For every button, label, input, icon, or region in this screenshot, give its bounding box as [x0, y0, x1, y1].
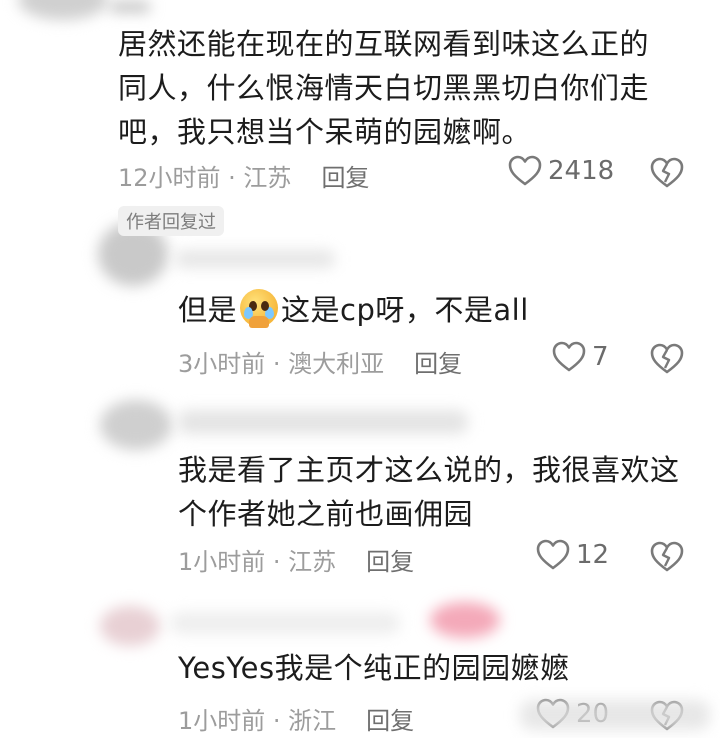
avatar-blurred[interactable]: [100, 400, 172, 450]
heart-outline-icon: [552, 341, 586, 373]
like-button[interactable]: 2418: [508, 155, 614, 187]
avatar-blurred[interactable]: [100, 606, 160, 646]
username-blurred: [110, 2, 150, 12]
avatar-blurred[interactable]: [18, 0, 108, 20]
timestamp-location: 1小时前 · 浙江: [178, 707, 337, 735]
comment-text-part: 这是cp呀，不是all: [281, 293, 529, 327]
like-count: 7: [592, 342, 609, 372]
like-count: 12: [576, 540, 610, 570]
author-replied-badge: 作者回复过: [118, 206, 224, 236]
comment-line: 个作者她之前也画佣园: [178, 497, 474, 531]
username-blurred: [175, 250, 335, 268]
watermark-blurred: [520, 700, 710, 730]
comment-text: 我是看了主页才这么说的，我很喜欢这 个作者她之前也画佣园: [178, 448, 698, 536]
like-button[interactable]: 7: [552, 341, 609, 373]
comment-text: 但是 这是cp呀，不是all: [178, 288, 529, 332]
comment-meta: 3小时前 · 澳大利亚 回复: [178, 344, 462, 379]
username-blurred: [178, 410, 468, 434]
broken-heart-icon[interactable]: [650, 343, 684, 375]
comment-text-part: 但是: [178, 293, 238, 327]
comment-line: 同人，什么恨海情天白切黑黑切白你们走: [118, 71, 650, 105]
heart-outline-icon: [508, 155, 542, 187]
timestamp-location: 12小时前 · 江苏: [118, 164, 292, 192]
reply-button[interactable]: 回复: [366, 548, 414, 576]
heart-outline-icon: [536, 539, 570, 571]
username-blurred: [170, 612, 400, 634]
broken-heart-icon[interactable]: [650, 157, 684, 189]
pleading-face-emoji: [240, 289, 279, 328]
username-blurred: [430, 602, 500, 638]
comment-line: YesYes我是个纯正的园园嬷嬷: [178, 651, 570, 685]
timestamp-location: 3小时前 · 澳大利亚: [178, 350, 385, 378]
comment-text: YesYes我是个纯正的园园嬷嬷: [178, 646, 570, 690]
comment-text: 居然还能在现在的互联网看到味这么正的 同人，什么恨海情天白切黑黑切白你们走 吧，…: [118, 22, 698, 154]
like-button[interactable]: 12: [536, 539, 609, 571]
reply-button[interactable]: 回复: [321, 164, 369, 192]
comment-meta: 1小时前 · 江苏 回复: [178, 542, 414, 577]
like-count: 2418: [548, 156, 615, 186]
comment-line: 居然还能在现在的互联网看到味这么正的: [118, 27, 650, 61]
reply-button[interactable]: 回复: [366, 707, 414, 735]
timestamp-location: 1小时前 · 江苏: [178, 548, 337, 576]
comment-line: 吧，我只想当个呆萌的园嬷啊。: [118, 115, 532, 149]
broken-heart-icon[interactable]: [650, 541, 684, 573]
comment-meta: 1小时前 · 浙江 回复: [178, 701, 414, 736]
reply-button[interactable]: 回复: [414, 350, 462, 378]
comment-line: 我是看了主页才这么说的，我很喜欢这: [178, 453, 680, 487]
comment-meta: 12小时前 · 江苏 回复: [118, 158, 369, 193]
